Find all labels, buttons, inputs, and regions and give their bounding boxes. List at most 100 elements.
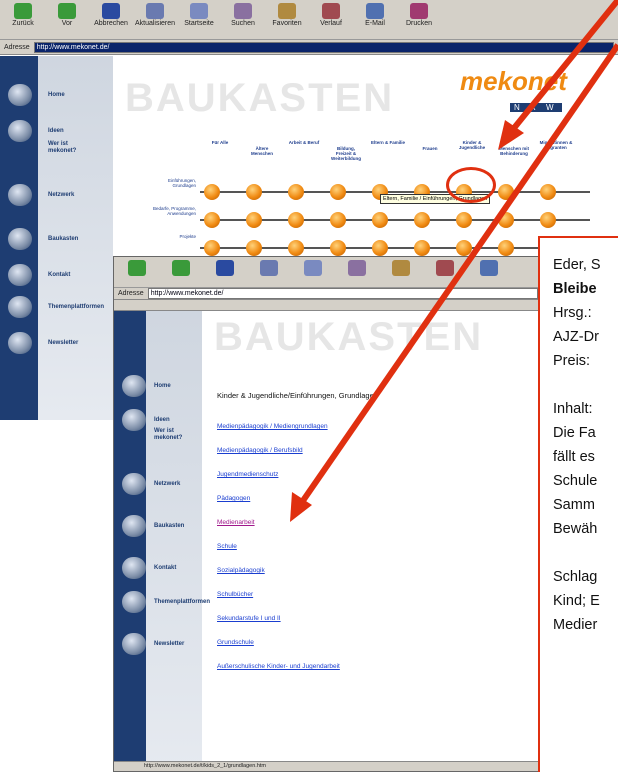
link-sekundarstufe[interactable]: Sekundarstufe I und II <box>217 615 340 622</box>
popup-line: Schule <box>553 473 598 489</box>
link-mediengrundlagen[interactable]: Medienpädagogik / Mediengrundlagen <box>217 423 340 430</box>
grid-cell-button[interactable] <box>414 212 430 228</box>
back-button[interactable] <box>118 260 156 277</box>
grid-column-header: Ältere Menschen <box>250 146 273 156</box>
grid-cell-button[interactable] <box>498 212 514 228</box>
grid-column-header: Für Alle <box>211 140 229 145</box>
sidebar-item-baukasten[interactable]: Baukasten <box>114 515 202 537</box>
grid-cell-button[interactable] <box>204 212 220 228</box>
grid-cell-button[interactable] <box>498 184 514 200</box>
highlight-circle <box>446 167 496 203</box>
grid-cell-button[interactable] <box>288 184 304 200</box>
grid-cell-button[interactable] <box>540 212 556 228</box>
forward-arrow-icon <box>172 260 190 276</box>
mail-icon <box>480 260 498 276</box>
grid-column-header: Migrantinnen & Migranten <box>539 140 573 150</box>
favorites-button[interactable] <box>382 260 420 277</box>
popup-line: Eder, S <box>553 257 601 273</box>
sidebar-item-themen[interactable]: Themenplattformen <box>114 591 210 613</box>
grid-column-header: Kinder & Jugendliche <box>458 140 486 150</box>
sidebar-item-kontakt[interactable]: Kontakt <box>114 557 202 579</box>
grid-cell-button[interactable] <box>246 184 262 200</box>
grid-column-header: Bildung, Freizeit & Weiterbildung <box>331 146 361 161</box>
address-label: Adresse <box>118 290 144 297</box>
grid-row-header: Einführungen, Grundlagen <box>167 178 196 188</box>
popup-line: AJZ-Dr <box>553 329 599 345</box>
grid-cell-button[interactable] <box>540 184 556 200</box>
grid-cell-button[interactable] <box>330 212 346 228</box>
link-schule[interactable]: Schule <box>217 543 340 550</box>
grid-cell-button[interactable] <box>456 240 472 256</box>
grid-row-header: Projekte <box>179 234 196 239</box>
grid-cell-button[interactable] <box>372 240 388 256</box>
front-address-bar: Adresse http://www.mekonet.de/ <box>114 288 542 300</box>
link-berufsbild[interactable]: Medienpädagogik / Berufsbild <box>217 447 340 454</box>
forward-button[interactable] <box>162 260 200 277</box>
network-icon <box>122 473 146 495</box>
grid-column-header: Eltern & Familie <box>371 140 406 145</box>
link-schulbuecher[interactable]: Schulbücher <box>217 591 340 598</box>
popup-line: Bewäh <box>553 521 598 537</box>
search-button[interactable] <box>338 260 376 277</box>
contact-icon <box>122 557 146 579</box>
mail-button[interactable] <box>470 260 508 277</box>
refresh-button[interactable] <box>250 260 288 277</box>
baukasten-grid: Für Alle Ältere Menschen Arbeit & Beruf Bil… <box>0 0 618 300</box>
front-status-bar: http://www.mekonet.de/t/kids_2_1/grundla… <box>114 761 542 771</box>
popup-line: Samm <box>553 497 595 513</box>
grid-cell-button[interactable] <box>372 212 388 228</box>
newsletter-icon <box>8 332 32 354</box>
popup-line: Die Fa <box>553 425 596 441</box>
section-heading: Kinder & Jugendliche/Einführungen, Grund… <box>217 391 378 400</box>
grid-cell-button[interactable] <box>330 240 346 256</box>
stop-button[interactable] <box>206 260 244 277</box>
book-detail-popup: Eder, S Bleibe Hrsg.: AJZ-Dr Preis: Inhalt: D… <box>538 236 618 772</box>
front-address-input[interactable]: http://www.mekonet.de/ <box>147 288 538 299</box>
grid-cell-button[interactable] <box>246 212 262 228</box>
home-icon <box>122 375 146 397</box>
grid-column-header: Arbeit & Beruf <box>288 140 320 145</box>
refresh-icon <box>260 260 278 276</box>
link-grundschule[interactable]: Grundschule <box>217 639 340 646</box>
sidebar-item-newsletter[interactable]: Newsletter <box>0 332 113 354</box>
link-medienarbeit[interactable]: Medienarbeit <box>217 519 340 526</box>
links-bar <box>114 300 542 311</box>
grid-cell-button[interactable] <box>288 212 304 228</box>
popup-line: Schlag <box>553 569 598 585</box>
sidebar-item-newsletter[interactable]: Newsletter <box>114 633 202 655</box>
front-sidebar: Home Ideen Wer ist mekonet? Netzwerk Bau… <box>114 311 210 771</box>
popup-line: Bleibe <box>553 281 597 297</box>
search-icon <box>348 260 366 276</box>
popup-line: Inhalt: <box>553 401 593 417</box>
popup-line: Preis: <box>553 353 591 369</box>
sidebar-item-home[interactable]: Home <box>114 375 202 397</box>
grid-cell-button[interactable] <box>204 240 220 256</box>
link-jugendarbeit[interactable]: Außerschulische Kinder- und Jugendarbeit <box>217 663 340 670</box>
sidebar-item-netzwerk[interactable]: Netzwerk <box>114 473 202 495</box>
popup-line <box>553 373 618 397</box>
grid-cell-button[interactable] <box>204 184 220 200</box>
grid-cell-button[interactable] <box>498 240 514 256</box>
grid-row-header: Bedarfe, Programme, Anwendungen <box>152 206 196 216</box>
link-jugendmedienschutz[interactable]: Jugendmedienschutz <box>217 471 340 478</box>
grid-cell-button[interactable] <box>456 212 472 228</box>
newsletter-icon <box>122 633 146 655</box>
grid-cell-button[interactable] <box>246 240 262 256</box>
stop-icon <box>216 260 234 276</box>
popup-line: Hrsg.: <box>553 305 592 321</box>
link-sozialpaedagogik[interactable]: Sozialpädagogik <box>217 567 340 574</box>
grid-column-header: Frauen <box>422 146 438 151</box>
popup-line: Kind; E <box>553 593 600 609</box>
link-paedagogen[interactable]: Pädagogen <box>217 495 340 502</box>
back-arrow-icon <box>128 260 146 276</box>
grid-cell-button[interactable] <box>288 240 304 256</box>
grid-cell-button[interactable] <box>414 240 430 256</box>
grid-cell-button[interactable] <box>330 184 346 200</box>
popup-line: fällt es <box>553 449 595 465</box>
home-button[interactable] <box>294 260 332 277</box>
front-toolbar <box>114 257 542 288</box>
popup-line <box>553 541 618 565</box>
history-button[interactable] <box>426 260 464 277</box>
home-icon <box>304 260 322 276</box>
people-icon <box>122 591 146 613</box>
